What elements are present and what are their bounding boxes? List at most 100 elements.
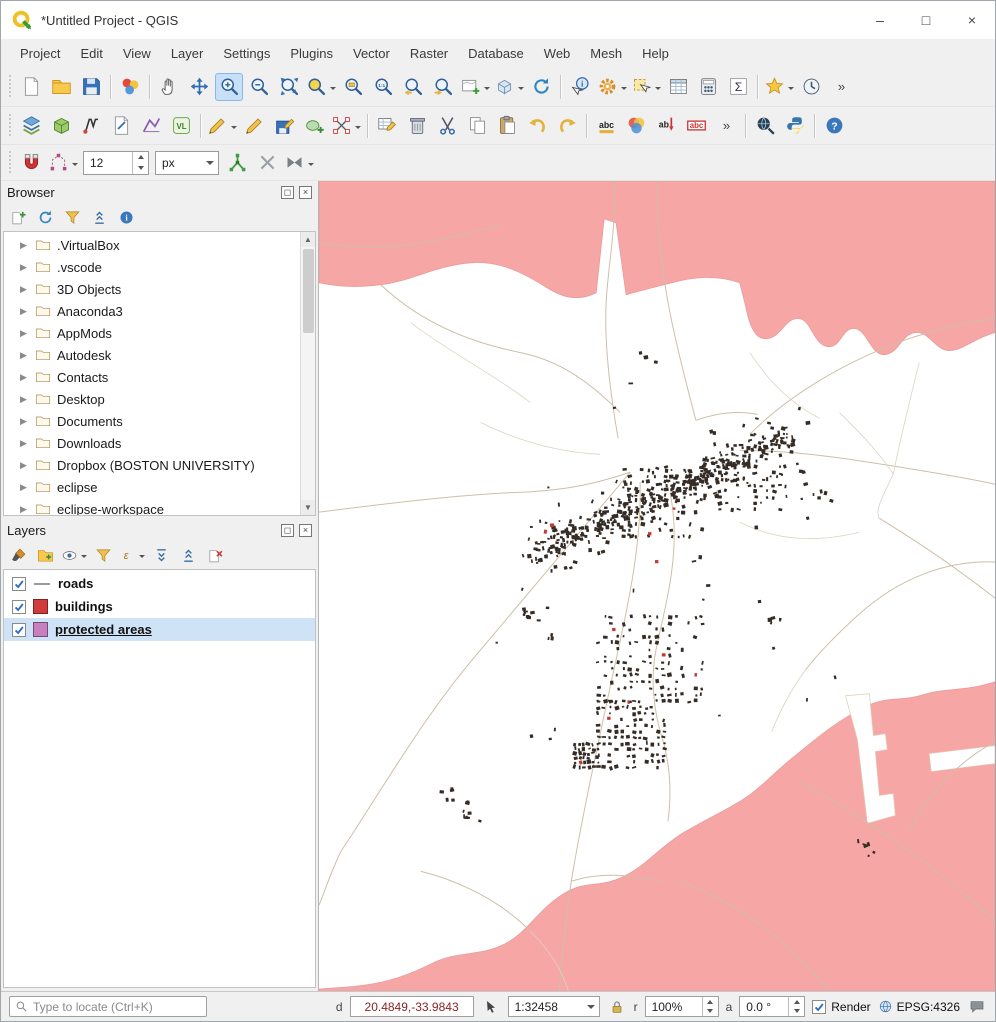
manage-map-themes-button[interactable]	[60, 544, 88, 567]
zoom-last-button[interactable]	[399, 73, 427, 101]
lock-scale-button[interactable]	[607, 997, 627, 1017]
layer-visibility-checkbox[interactable]	[12, 577, 26, 591]
python-console-button[interactable]	[781, 112, 809, 140]
toolbar-handle[interactable]	[7, 114, 14, 138]
enable-tracing-button[interactable]	[283, 149, 315, 177]
new-virtual-layer-button[interactable]	[167, 112, 195, 140]
copy-features-button[interactable]	[463, 112, 491, 140]
scroll-up-icon[interactable]: ▲	[301, 232, 315, 247]
spin-down-icon[interactable]	[133, 163, 148, 174]
browser-item-documents[interactable]: ▶Documents	[4, 410, 300, 432]
browser-item--virtualbox[interactable]: ▶.VirtualBox	[4, 234, 300, 256]
browser-item-3d-objects[interactable]: ▶3D Objects	[4, 278, 300, 300]
highlight-labels-button[interactable]	[682, 112, 710, 140]
expand-arrow-icon[interactable]: ▶	[18, 372, 29, 383]
new-project-button[interactable]	[17, 73, 45, 101]
browser-item-desktop[interactable]: ▶Desktop	[4, 388, 300, 410]
remove-layer-button[interactable]	[203, 544, 227, 567]
open-attribute-table-button[interactable]	[664, 73, 692, 101]
open-project-button[interactable]	[47, 73, 75, 101]
save-layer-edits-button[interactable]	[270, 112, 298, 140]
render-checkbox[interactable]: Render	[812, 1000, 870, 1014]
new-3d-map-view-button[interactable]	[493, 73, 525, 101]
identify-features-button[interactable]	[566, 73, 594, 101]
help-contents-button[interactable]	[820, 112, 848, 140]
scrollbar-thumb[interactable]	[303, 249, 314, 333]
scale-combo[interactable]: 1:32458	[508, 996, 600, 1017]
collapse-all-layers-button[interactable]	[176, 544, 200, 567]
expand-arrow-icon[interactable]: ▶	[18, 284, 29, 295]
float-panel-icon[interactable]: ◻	[281, 524, 294, 537]
delete-selected-button[interactable]	[403, 112, 431, 140]
expand-arrow-icon[interactable]: ▶	[18, 416, 29, 427]
filter-browser-button[interactable]	[60, 206, 84, 229]
add-mesh-layer-button[interactable]	[137, 112, 165, 140]
snapping-units-combo[interactable]: px	[155, 151, 219, 175]
new-geopackage-layer-button[interactable]	[47, 112, 75, 140]
browser-item-appmods[interactable]: ▶AppMods	[4, 322, 300, 344]
menu-plugins[interactable]: Plugins	[281, 42, 342, 65]
menu-layer[interactable]: Layer	[162, 42, 213, 65]
filter-by-expression-button[interactable]	[118, 544, 146, 567]
expand-arrow-icon[interactable]: ▶	[18, 504, 29, 515]
browser-item-anaconda3[interactable]: ▶Anaconda3	[4, 300, 300, 322]
close-panel-icon[interactable]: ×	[299, 186, 312, 199]
refresh-map-button[interactable]	[527, 73, 555, 101]
layer-row-roads[interactable]: roads	[4, 572, 315, 595]
metasearch-button[interactable]	[751, 112, 779, 140]
snapping-mode-button[interactable]	[47, 149, 79, 177]
expand-arrow-icon[interactable]: ▶	[18, 438, 29, 449]
layer-visibility-checkbox[interactable]	[12, 600, 26, 614]
scroll-down-icon[interactable]: ▼	[301, 500, 315, 515]
zoom-in-button[interactable]	[215, 73, 243, 101]
expand-arrow-icon[interactable]: ▶	[18, 240, 29, 251]
layer-visibility-checkbox[interactable]	[12, 623, 26, 637]
toolbar-overflow-2-button[interactable]	[712, 112, 740, 140]
collapse-all-browser-button[interactable]	[87, 206, 111, 229]
layer-row-protected-areas[interactable]: protected areas	[4, 618, 315, 641]
menu-help[interactable]: Help	[633, 42, 678, 65]
browser-item-eclipse[interactable]: ▶eclipse	[4, 476, 300, 498]
expand-arrow-icon[interactable]: ▶	[18, 350, 29, 361]
expand-arrow-icon[interactable]: ▶	[18, 394, 29, 405]
messages-button[interactable]	[967, 997, 987, 1017]
snapping-tolerance-spinbox[interactable]: 12	[83, 151, 149, 175]
zoom-full-extent-button[interactable]	[275, 73, 303, 101]
open-data-source-manager-button[interactable]	[17, 112, 45, 140]
pan-map-button[interactable]	[155, 73, 183, 101]
crs-indicator[interactable]: EPSG:4326	[878, 999, 960, 1014]
paste-features-button[interactable]	[493, 112, 521, 140]
expand-arrow-icon[interactable]: ▶	[18, 306, 29, 317]
menu-web[interactable]: Web	[535, 42, 580, 65]
zoom-to-selection-button[interactable]	[305, 73, 337, 101]
snap-on-intersection-button[interactable]	[253, 149, 281, 177]
spin-up-icon[interactable]	[133, 152, 148, 163]
toolbar-handle[interactable]	[7, 151, 14, 175]
expand-all-button[interactable]	[149, 544, 173, 567]
add-vector-layer-button[interactable]	[77, 112, 105, 140]
current-edits-button[interactable]	[206, 112, 238, 140]
minimize-button[interactable]: –	[857, 1, 903, 39]
cut-features-button[interactable]	[433, 112, 461, 140]
menu-edit[interactable]: Edit	[71, 42, 111, 65]
browser-item-dropbox-boston-university-[interactable]: ▶Dropbox (BOSTON UNIVERSITY)	[4, 454, 300, 476]
toolbar-handle[interactable]	[7, 75, 14, 99]
close-panel-icon[interactable]: ×	[299, 524, 312, 537]
layer-row-buildings[interactable]: buildings	[4, 595, 315, 618]
menu-vector[interactable]: Vector	[344, 42, 399, 65]
map-canvas[interactable]	[319, 181, 995, 991]
toolbar-overflow-button[interactable]	[827, 73, 855, 101]
browser-item-eclipse-workspace[interactable]: ▶eclipse-workspace	[4, 498, 300, 515]
browser-panel-header[interactable]: Browser ◻ ×	[1, 181, 318, 204]
browser-properties-button[interactable]	[114, 206, 138, 229]
maximize-button[interactable]: □	[903, 1, 949, 39]
add-group-button[interactable]	[33, 544, 57, 567]
rotation-spinner[interactable]: 0.0 °	[739, 996, 805, 1017]
add-selected-layers-button[interactable]	[6, 206, 30, 229]
expand-arrow-icon[interactable]: ▶	[18, 482, 29, 493]
pin-labels-button[interactable]	[652, 112, 680, 140]
menu-settings[interactable]: Settings	[214, 42, 279, 65]
locate-input[interactable]: Type to locate (Ctrl+K)	[9, 996, 207, 1017]
expand-arrow-icon[interactable]: ▶	[18, 328, 29, 339]
expand-arrow-icon[interactable]: ▶	[18, 262, 29, 273]
